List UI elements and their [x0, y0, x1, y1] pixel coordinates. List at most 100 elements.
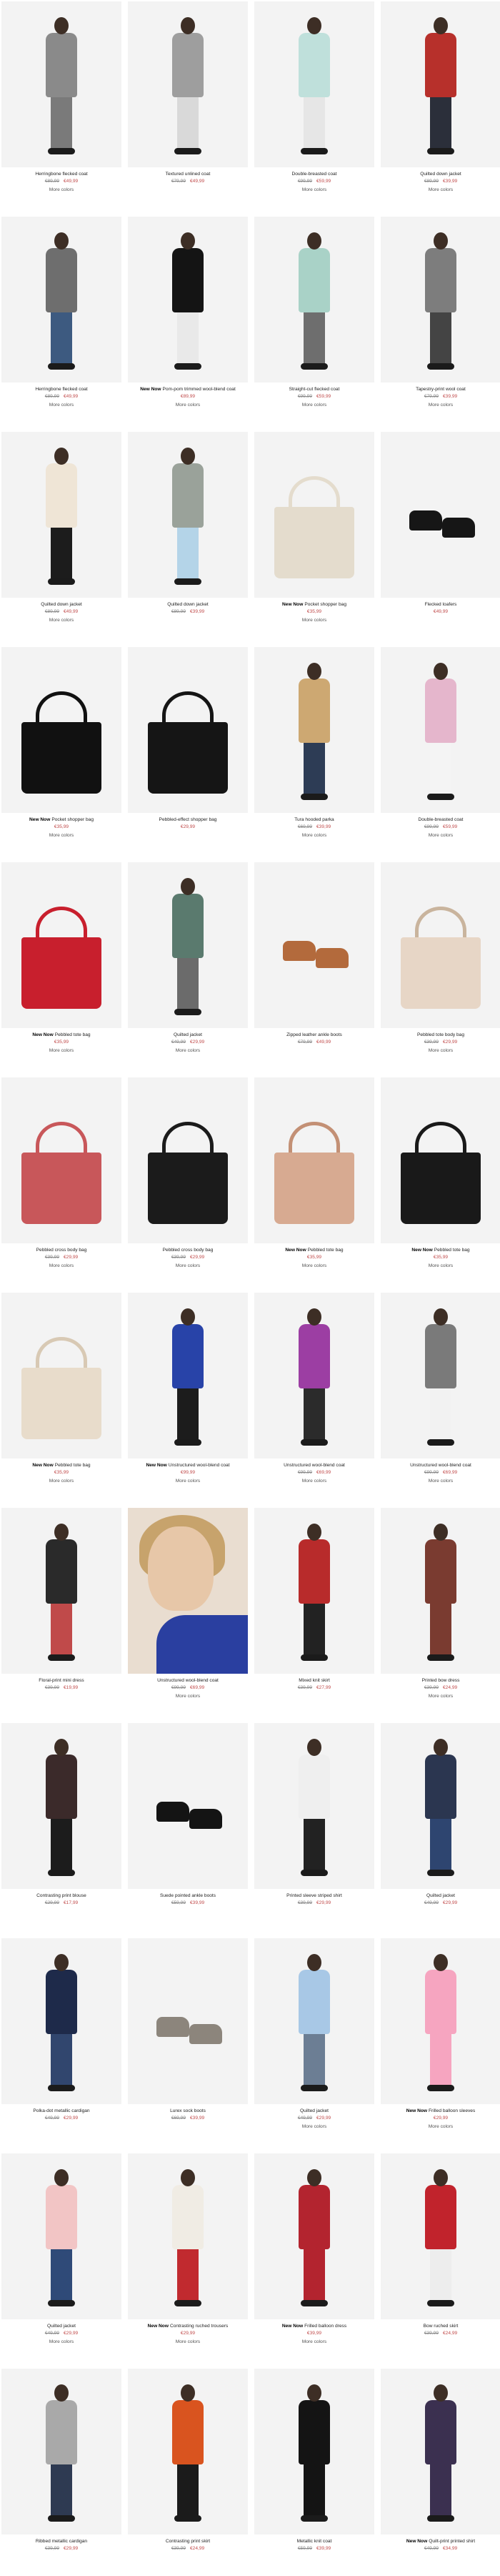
- product-name[interactable]: Contrasting print skirt: [128, 2538, 248, 2545]
- product-card[interactable]: Double-breasted coat €99,99 €59,99 More col…: [254, 1, 374, 209]
- product-name[interactable]: Herringbone flecked coat: [1, 171, 121, 178]
- product-image[interactable]: [381, 1, 500, 167]
- product-image[interactable]: [1, 432, 121, 598]
- product-card[interactable]: New Now Frilled balloon dress €39,99 More c…: [254, 2153, 374, 2361]
- product-card[interactable]: Quilted jacket €49,99 €29,99 More colors: [128, 862, 248, 1070]
- product-image[interactable]: [128, 1, 248, 167]
- product-card[interactable]: New Now Pebbled tote bag €35,99 More colors: [1, 1293, 121, 1500]
- product-card[interactable]: Floral-print mini dress €39,99 €19,99: [1, 1508, 121, 1715]
- product-card[interactable]: Double-breasted coat €99,99 €59,99 More col…: [381, 647, 500, 854]
- product-name[interactable]: Textured unlined coat: [128, 171, 248, 178]
- product-image[interactable]: [381, 432, 500, 598]
- product-image[interactable]: [1, 647, 121, 813]
- product-name[interactable]: Printed sleeve striped shirt: [254, 1892, 374, 1900]
- product-name[interactable]: Flecked loafers: [381, 601, 500, 608]
- product-card[interactable]: New Now Pocket shopper bag €35,99 More colo…: [254, 432, 374, 639]
- more-colors-link[interactable]: More colors: [128, 1263, 248, 1270]
- product-card[interactable]: Bow ruched skirt €39,99 €24,99: [381, 2153, 500, 2361]
- more-colors-link[interactable]: More colors: [128, 1047, 248, 1055]
- product-card[interactable]: Quilted down jacket €89,99 €39,99: [128, 432, 248, 639]
- product-image[interactable]: [381, 217, 500, 383]
- product-image[interactable]: [254, 2153, 374, 2319]
- product-name[interactable]: Bow ruched skirt: [381, 2323, 500, 2330]
- product-name[interactable]: Quilted jacket: [128, 1032, 248, 1039]
- more-colors-link[interactable]: More colors: [128, 402, 248, 409]
- product-name[interactable]: New Now Pebbled tote bag: [254, 1247, 374, 1254]
- product-card[interactable]: Metallic knit coat €59,99 €39,99: [254, 2369, 374, 2576]
- product-card[interactable]: Tapestry-print wool coat €79,99 €39,99 More…: [381, 217, 500, 424]
- more-colors-link[interactable]: More colors: [254, 402, 374, 409]
- product-card[interactable]: New Now Pocket shopper bag €35,99 More colo…: [1, 647, 121, 854]
- more-colors-link[interactable]: More colors: [381, 1263, 500, 1270]
- product-name[interactable]: New Now Contrasting ruched trousers: [128, 2323, 248, 2330]
- product-image[interactable]: [254, 1, 374, 167]
- product-image[interactable]: [1, 217, 121, 383]
- more-colors-link[interactable]: More colors: [381, 187, 500, 194]
- product-image[interactable]: [381, 1938, 500, 2104]
- product-name[interactable]: Unstructured wool-blend coat: [128, 1677, 248, 1684]
- product-card[interactable]: Pebbled tote body bag €39,99 €29,99 More co…: [381, 862, 500, 1070]
- product-image[interactable]: [381, 2153, 500, 2319]
- product-name[interactable]: New Now Pebbled tote bag: [1, 1462, 121, 1469]
- product-name[interactable]: Suede pointed ankle boots: [128, 1892, 248, 1900]
- product-name[interactable]: Quilted jacket: [381, 1892, 500, 1900]
- product-card[interactable]: Herringbone flecked coat €89,99 €49,99 More…: [1, 1, 121, 209]
- more-colors-link[interactable]: More colors: [254, 187, 374, 194]
- product-image[interactable]: [1, 1, 121, 167]
- product-image[interactable]: [128, 2369, 248, 2535]
- more-colors-link[interactable]: More colors: [1, 2339, 121, 2346]
- product-name[interactable]: Quilted down jacket: [128, 601, 248, 608]
- product-name[interactable]: New Now Frilled balloon sleeves: [381, 2108, 500, 2115]
- product-image[interactable]: [128, 862, 248, 1028]
- more-colors-link[interactable]: More colors: [1, 1263, 121, 1270]
- product-name[interactable]: Pebbled cross body bag: [1, 1247, 121, 1254]
- product-card[interactable]: Printed sleeve striped shirt €39,99 €29,99: [254, 1723, 374, 1930]
- product-name[interactable]: Pebbled tote body bag: [381, 1032, 500, 1039]
- more-colors-link[interactable]: More colors: [128, 1693, 248, 1700]
- product-name[interactable]: Ribbed metallic cardigan: [1, 2538, 121, 2545]
- more-colors-link[interactable]: More colors: [381, 832, 500, 839]
- product-name[interactable]: New Now Pocket shopper bag: [254, 601, 374, 608]
- more-colors-link[interactable]: More colors: [254, 617, 374, 624]
- product-name[interactable]: Quilted down jacket: [1, 601, 121, 608]
- product-name[interactable]: Tura hooded parka: [254, 816, 374, 824]
- product-card[interactable]: New Now Contrasting ruched trousers €29,99…: [128, 2153, 248, 2361]
- product-card[interactable]: Unstructured wool-blend coat €99,99 €69,99…: [254, 1293, 374, 1500]
- product-image[interactable]: [1, 1938, 121, 2104]
- product-name[interactable]: Printed bow dress: [381, 1677, 500, 1684]
- more-colors-link[interactable]: More colors: [381, 1047, 500, 1055]
- product-card[interactable]: Quilted down jacket €89,99 €39,99 More colo…: [381, 1, 500, 209]
- product-image[interactable]: [128, 432, 248, 598]
- product-card[interactable]: Zipped leather ankle boots €79,99 €49,99: [254, 862, 374, 1070]
- product-image[interactable]: [254, 1723, 374, 1889]
- product-name[interactable]: New Now Frilled balloon dress: [254, 2323, 374, 2330]
- product-name[interactable]: New Now Pocket shopper bag: [1, 816, 121, 824]
- product-image[interactable]: [254, 1293, 374, 1459]
- product-image[interactable]: [128, 2153, 248, 2319]
- product-image[interactable]: [1, 2369, 121, 2535]
- product-name[interactable]: New Now Pebbled tote bag: [381, 1247, 500, 1254]
- more-colors-link[interactable]: More colors: [381, 1478, 500, 1485]
- product-name[interactable]: Metallic knit coat: [254, 2538, 374, 2545]
- product-card[interactable]: Straight-cut flecked coat €99,99 €59,99 Mor…: [254, 217, 374, 424]
- product-image[interactable]: [1, 2153, 121, 2319]
- product-card[interactable]: New Now Pebbled tote bag €35,99 More colors: [254, 1077, 374, 1285]
- product-image[interactable]: [381, 1293, 500, 1459]
- more-colors-link[interactable]: More colors: [1, 402, 121, 409]
- product-name[interactable]: Unstructured wool-blend coat: [381, 1462, 500, 1469]
- product-name[interactable]: Zipped leather ankle boots: [254, 1032, 374, 1039]
- product-image[interactable]: [254, 432, 374, 598]
- product-name[interactable]: Lurex sock boots: [128, 2108, 248, 2115]
- product-image[interactable]: [254, 1938, 374, 2104]
- product-card[interactable]: Quilted jacket €49,99 €29,99 More colors: [1, 2153, 121, 2361]
- product-card[interactable]: Pebbled cross body bag €39,99 €29,99 More c…: [128, 1077, 248, 1285]
- product-card[interactable]: New Now Frilled balloon sleeves €29,99 More…: [381, 1938, 500, 2146]
- product-name[interactable]: Quilted down jacket: [381, 171, 500, 178]
- product-image[interactable]: [128, 647, 248, 813]
- product-name[interactable]: New Now Unstructured wool-blend coat: [128, 1462, 248, 1469]
- product-image[interactable]: [254, 1508, 374, 1674]
- more-colors-link[interactable]: More colors: [128, 1478, 248, 1485]
- product-card[interactable]: Suede pointed ankle boots €59,99 €39,99: [128, 1723, 248, 1930]
- product-name[interactable]: Pebbled cross body bag: [128, 1247, 248, 1254]
- product-card[interactable]: New Now Pebbled tote bag €35,99 More colors: [381, 1077, 500, 1285]
